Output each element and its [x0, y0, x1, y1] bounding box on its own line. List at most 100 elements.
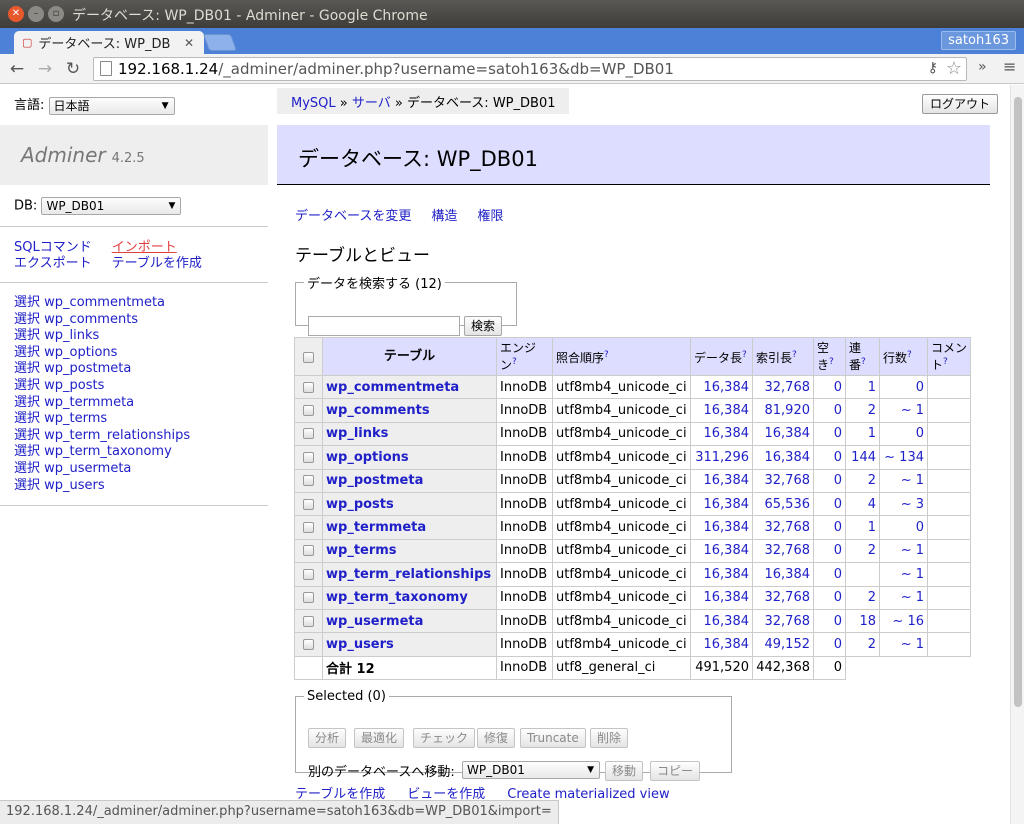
select-link[interactable]: 選択 [14, 345, 40, 360]
rows-link[interactable]: ~ 1 [901, 543, 924, 558]
data-length-link[interactable]: 16,384 [704, 614, 750, 629]
breadcrumb-mysql[interactable]: MySQL [291, 96, 336, 111]
alter-database-link[interactable]: データベースを変更 [295, 209, 411, 224]
table-name-link[interactable]: wp_postmeta [326, 473, 423, 488]
index-length-link[interactable]: 32,768 [765, 520, 811, 535]
select-link[interactable]: 選択 [14, 312, 40, 327]
rows-link[interactable]: 0 [916, 426, 924, 441]
rows-link[interactable]: ~ 134 [884, 450, 924, 465]
structure-link[interactable]: 構造 [431, 209, 457, 224]
sidebar-table-link[interactable]: wp_term_relationships [44, 428, 190, 443]
index-length-link[interactable]: 81,920 [765, 403, 811, 418]
sidebar-table-link[interactable]: wp_posts [44, 378, 104, 393]
address-bar[interactable]: 192.168.1.24/_adminer/adminer.php?userna… [93, 57, 967, 81]
select-link[interactable]: 選択 [14, 444, 40, 459]
data-length-link[interactable]: 16,384 [704, 567, 750, 582]
data-length-link[interactable]: 16,384 [704, 520, 750, 535]
optimize-button[interactable]: 最適化 [354, 728, 405, 748]
table-name-link[interactable]: wp_posts [326, 497, 394, 512]
table-name-link[interactable]: wp_usermeta [326, 614, 423, 629]
auto-increment-link[interactable]: 1 [868, 380, 876, 395]
table-name-link[interactable]: wp_links [326, 426, 388, 441]
sql-command-link[interactable]: SQLコマンド [14, 240, 92, 255]
auto-increment-link[interactable]: 144 [851, 450, 876, 465]
row-checkbox[interactable] [303, 592, 314, 604]
rows-link[interactable]: 0 [916, 380, 924, 395]
table-name-link[interactable]: wp_term_relationships [326, 567, 491, 582]
select-link[interactable]: 選択 [14, 428, 40, 443]
row-checkbox[interactable] [303, 381, 314, 393]
select-all-checkbox[interactable] [303, 351, 314, 363]
table-name-link[interactable]: wp_commentmeta [326, 380, 459, 395]
table-name-link[interactable]: wp_term_taxonomy [326, 590, 468, 605]
data-free-link[interactable]: 0 [834, 637, 842, 652]
truncate-button[interactable]: Truncate [520, 728, 586, 748]
row-checkbox[interactable] [303, 498, 314, 510]
auto-increment-link[interactable]: 4 [868, 497, 876, 512]
data-length-link[interactable]: 311,296 [695, 450, 749, 465]
select-link[interactable]: 選択 [14, 461, 40, 476]
help-link[interactable]: ? [861, 357, 866, 367]
sidebar-table-link[interactable]: wp_usermeta [44, 461, 131, 476]
rows-link[interactable]: ~ 1 [901, 473, 924, 488]
auto-increment-link[interactable]: 1 [868, 520, 876, 535]
help-link[interactable]: ? [604, 350, 609, 360]
language-select[interactable]: 日本語 ▼ [48, 96, 175, 115]
rows-link[interactable]: ~ 1 [901, 403, 924, 418]
data-free-link[interactable]: 0 [834, 450, 842, 465]
data-free-link[interactable]: 0 [834, 473, 842, 488]
sidebar-table-link[interactable]: wp_termmeta [44, 395, 134, 410]
rows-link[interactable]: 0 [916, 520, 924, 535]
export-link[interactable]: エクスポート [14, 256, 92, 271]
table-name-link[interactable]: wp_terms [326, 543, 397, 558]
search-input[interactable] [308, 316, 460, 336]
help-link[interactable]: ? [907, 350, 912, 360]
data-length-link[interactable]: 16,384 [704, 637, 750, 652]
help-link[interactable]: ? [512, 357, 517, 367]
repair-button[interactable]: 修復 [477, 728, 516, 748]
data-length-link[interactable]: 16,384 [704, 543, 750, 558]
auto-increment-link[interactable]: 2 [868, 543, 876, 558]
rows-link[interactable]: ~ 1 [901, 567, 924, 582]
drop-button[interactable]: 削除 [590, 728, 629, 748]
forward-arrow-icon[interactable]: → [34, 58, 56, 80]
copy-button[interactable]: コピー [650, 761, 701, 781]
move-button[interactable]: 移動 [605, 761, 644, 781]
row-checkbox[interactable] [303, 405, 314, 417]
window-close-button[interactable]: ✕ [8, 6, 24, 22]
import-link[interactable]: インポート [112, 240, 177, 255]
db-select[interactable]: WP_DB01 ▼ [41, 197, 182, 215]
rows-link[interactable]: ~ 1 [901, 590, 924, 605]
row-checkbox[interactable] [303, 428, 314, 440]
auto-increment-link[interactable]: 2 [868, 590, 876, 605]
logout-button[interactable]: ログアウト [922, 94, 999, 114]
help-link[interactable]: ? [792, 350, 797, 360]
help-link[interactable]: ? [742, 350, 747, 360]
new-tab-button[interactable] [202, 34, 238, 51]
sidebar-table-link[interactable]: wp_postmeta [44, 361, 131, 376]
row-checkbox[interactable] [303, 451, 314, 463]
select-link[interactable]: 選択 [14, 328, 40, 343]
help-link[interactable]: ? [829, 357, 834, 367]
data-free-link[interactable]: 0 [834, 567, 842, 582]
window-minimize-button[interactable]: – [28, 6, 44, 22]
browser-tab[interactable]: ▢ データベース: WP_DB ✕ [14, 31, 204, 54]
sidebar-table-link[interactable]: wp_term_taxonomy [44, 444, 172, 459]
sidebar-table-link[interactable]: wp_users [44, 478, 105, 493]
key-icon[interactable]: ⚷ [928, 60, 938, 76]
window-maximize-button[interactable]: ▫ [48, 6, 64, 22]
select-link[interactable]: 選択 [14, 361, 40, 376]
sidebar-table-link[interactable]: wp_commentmeta [44, 295, 165, 310]
data-free-link[interactable]: 0 [834, 380, 842, 395]
move-db-select[interactable]: WP_DB01 ▼ [462, 761, 600, 779]
row-checkbox[interactable] [303, 475, 314, 487]
data-length-link[interactable]: 16,384 [704, 473, 750, 488]
table-name-link[interactable]: wp_termmeta [326, 520, 426, 535]
menu-icon[interactable]: ≡ [1003, 57, 1016, 76]
back-arrow-icon[interactable]: ← [6, 58, 28, 80]
select-link[interactable]: 選択 [14, 378, 40, 393]
index-length-link[interactable]: 32,768 [765, 473, 811, 488]
data-length-link[interactable]: 16,384 [704, 380, 750, 395]
rows-link[interactable]: ~ 16 [892, 614, 924, 629]
row-checkbox[interactable] [303, 568, 314, 580]
